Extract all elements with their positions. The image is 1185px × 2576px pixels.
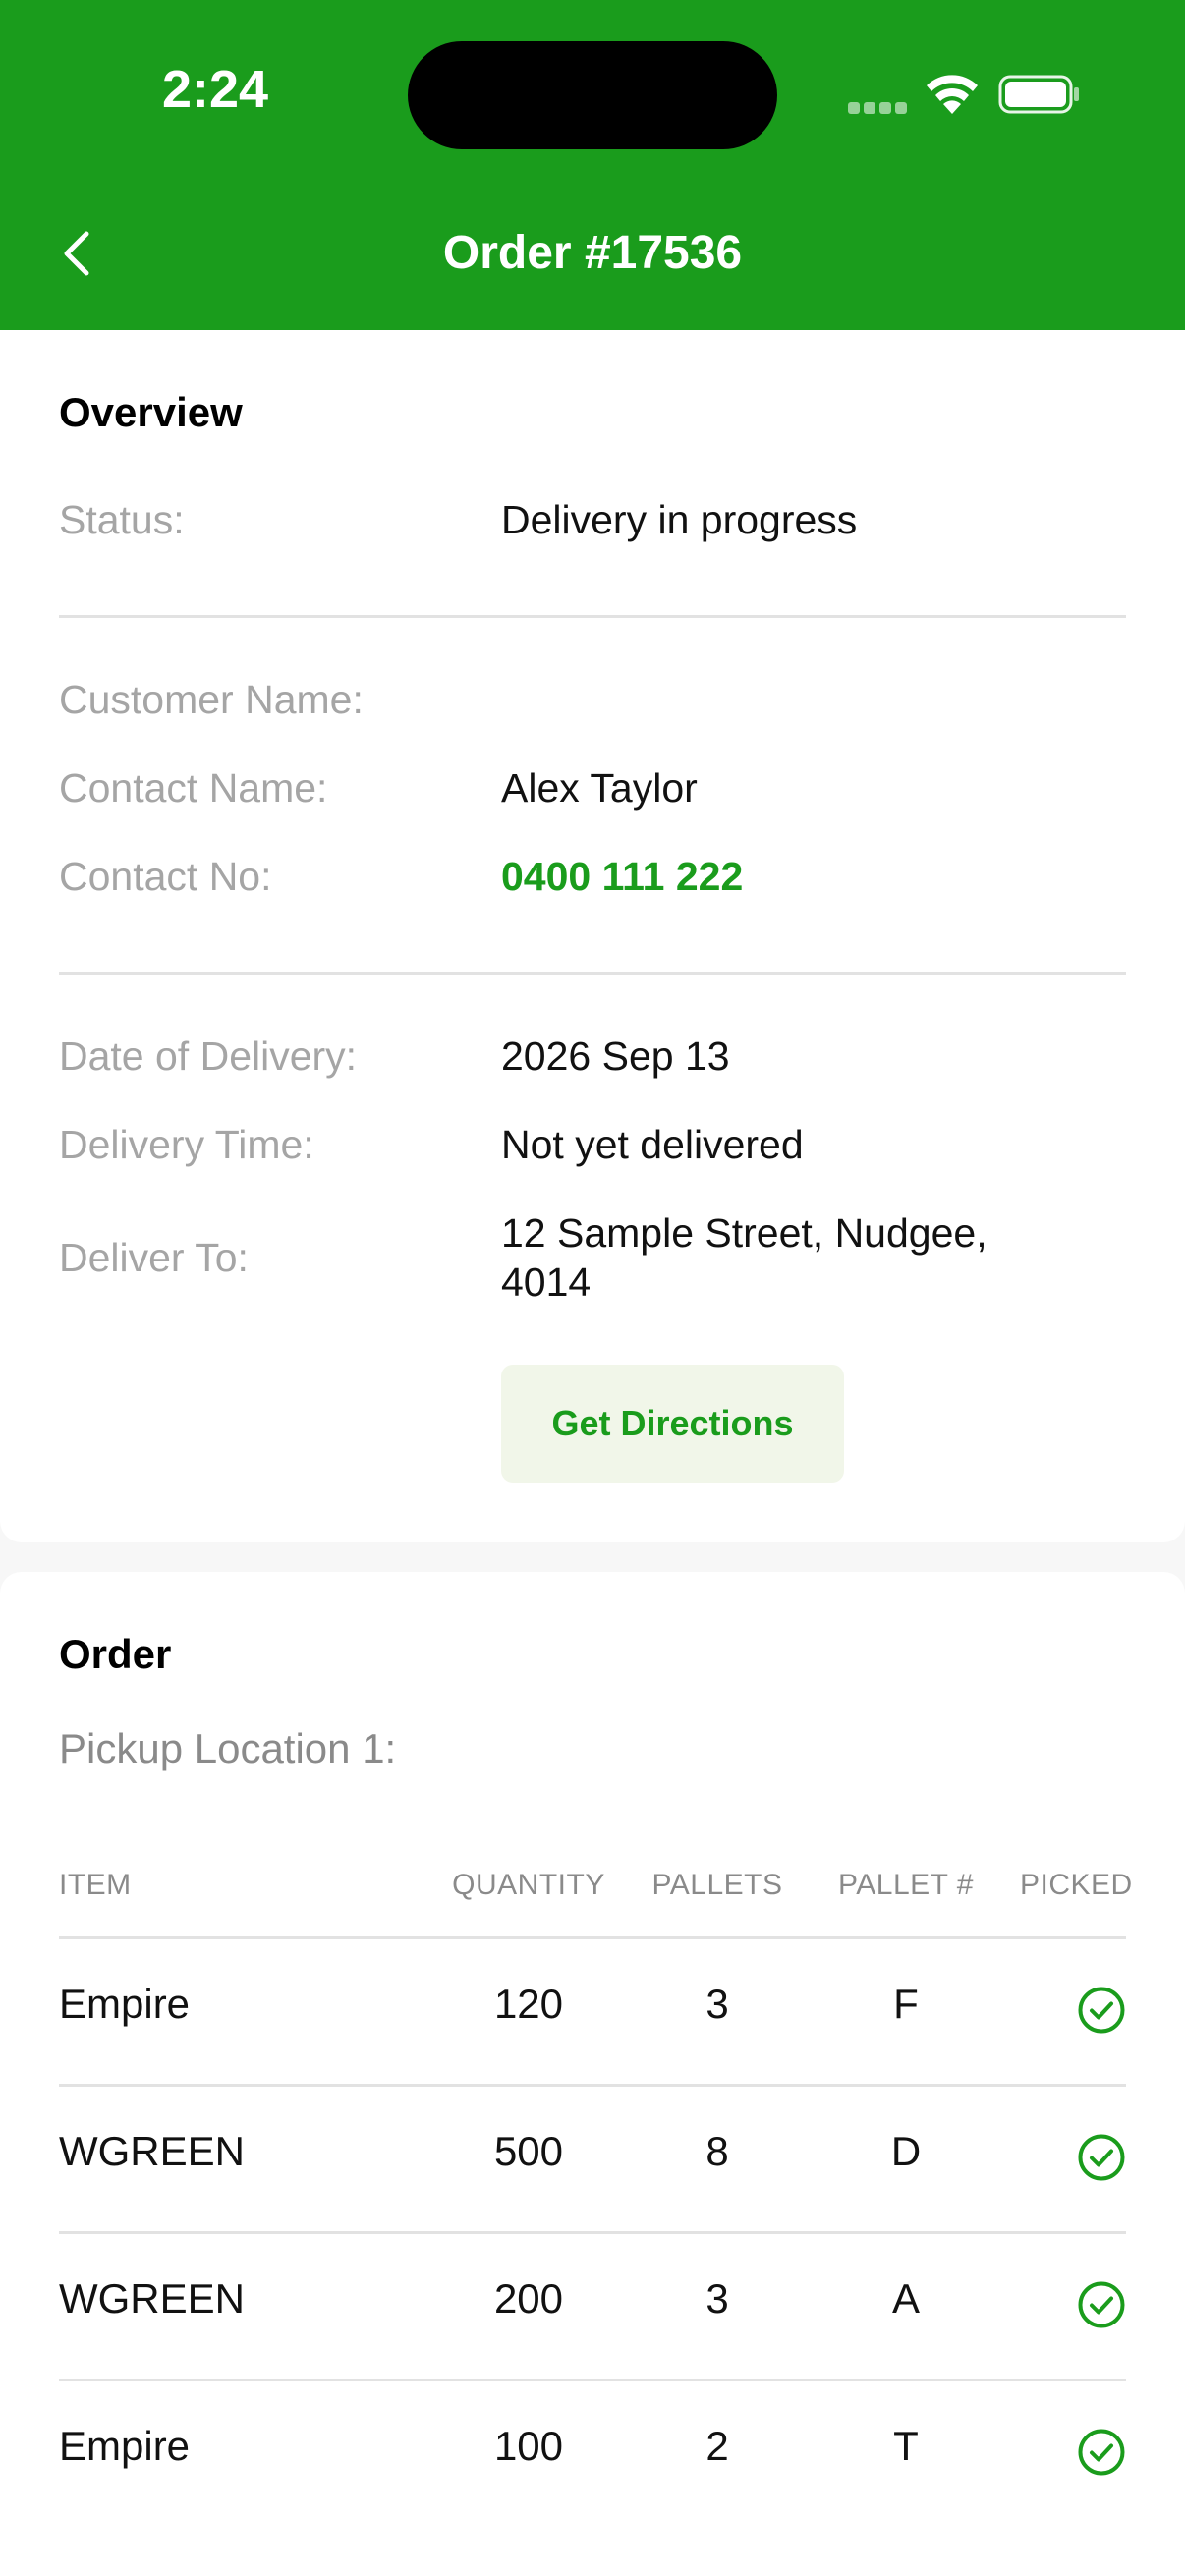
quantity-cell: 200 xyxy=(493,2275,564,2322)
status-time: 2:24 xyxy=(162,60,269,119)
dynamic-island xyxy=(408,41,777,149)
column-header-quantity: QUANTITY xyxy=(452,1869,605,1901)
divider xyxy=(59,615,1126,618)
customer-name-label: Customer Name: xyxy=(59,677,364,722)
pallet-number-cell: T xyxy=(893,2423,919,2469)
deliver-to-address-line2: 4014 xyxy=(501,1260,592,1305)
table-row: WGREEN 500 8 D xyxy=(0,2084,1185,2231)
pallets-cell: 3 xyxy=(705,1981,729,2027)
quantity-cell: 500 xyxy=(493,2128,564,2174)
contact-name-label: Contact Name: xyxy=(59,765,328,811)
item-cell: Empire xyxy=(59,1981,191,2027)
deliver-to-label: Deliver To: xyxy=(59,1235,249,1280)
item-cell: WGREEN xyxy=(59,2275,245,2322)
contact-name-value: Alex Taylor xyxy=(501,765,698,811)
pallet-number-cell: A xyxy=(891,2275,920,2322)
delivery-date-label: Date of Delivery: xyxy=(59,1034,358,1079)
delivery-time-label: Delivery Time: xyxy=(59,1122,314,1167)
order-heading: Order xyxy=(59,1631,172,1677)
picked-check-icon xyxy=(1078,1987,1125,2034)
contact-number-link[interactable]: 0400 111 222 xyxy=(501,852,743,901)
divider xyxy=(59,972,1126,975)
app-header: 2:24 Order #17536 xyxy=(0,0,1185,330)
pickup-location-label: Pickup Location 1: xyxy=(59,1725,397,1771)
column-header-pallet-number: PALLET # xyxy=(838,1869,974,1901)
overview-heading: Overview xyxy=(59,389,243,435)
quantity-cell: 100 xyxy=(493,2423,564,2469)
battery-icon xyxy=(998,75,1079,114)
pallets-cell: 2 xyxy=(705,2423,729,2469)
contact-number-label: Contact No: xyxy=(59,854,272,899)
picked-check-icon xyxy=(1078,2281,1125,2328)
pallet-number-cell: F xyxy=(893,1981,919,2027)
get-directions-button[interactable]: Get Directions xyxy=(501,1365,844,1483)
status-label: Status: xyxy=(59,497,185,542)
item-cell: WGREEN xyxy=(59,2128,245,2174)
picked-check-icon xyxy=(1078,2134,1125,2181)
row-divider xyxy=(59,1936,1126,1939)
table-row: WGREEN 200 3 A xyxy=(0,2231,1185,2379)
page-title: Order #17536 xyxy=(442,227,743,279)
deliver-to-address-line1: 12 Sample Street, Nudgee, xyxy=(501,1210,988,1256)
item-cell: Empire xyxy=(59,2423,191,2469)
pallets-cell: 3 xyxy=(705,2275,729,2322)
quantity-cell: 120 xyxy=(493,1981,564,2027)
delivery-date-value: 2026 Sep 13 xyxy=(501,1034,730,1079)
cellular-signal-icon xyxy=(848,102,907,116)
wifi-icon xyxy=(927,75,978,114)
overview-card: Overview Status: Delivery in progress Cu… xyxy=(0,330,1185,1542)
row-divider xyxy=(59,2379,1126,2381)
column-header-pallets: PALLETS xyxy=(651,1869,783,1901)
picked-check-icon xyxy=(1078,2429,1125,2476)
column-header-picked: PICKED xyxy=(1020,1869,1133,1901)
row-divider xyxy=(59,2231,1126,2234)
column-header-item: ITEM xyxy=(59,1869,132,1901)
table-row: Empire 120 3 F xyxy=(0,1936,1185,2084)
pallets-cell: 8 xyxy=(705,2128,729,2174)
status-value: Delivery in progress xyxy=(501,497,858,542)
pallet-number-cell: D xyxy=(890,2128,922,2174)
delivery-time-value: Not yet delivered xyxy=(501,1122,804,1167)
row-divider xyxy=(59,2084,1126,2087)
table-row: Empire 100 2 T xyxy=(0,2379,1185,2526)
